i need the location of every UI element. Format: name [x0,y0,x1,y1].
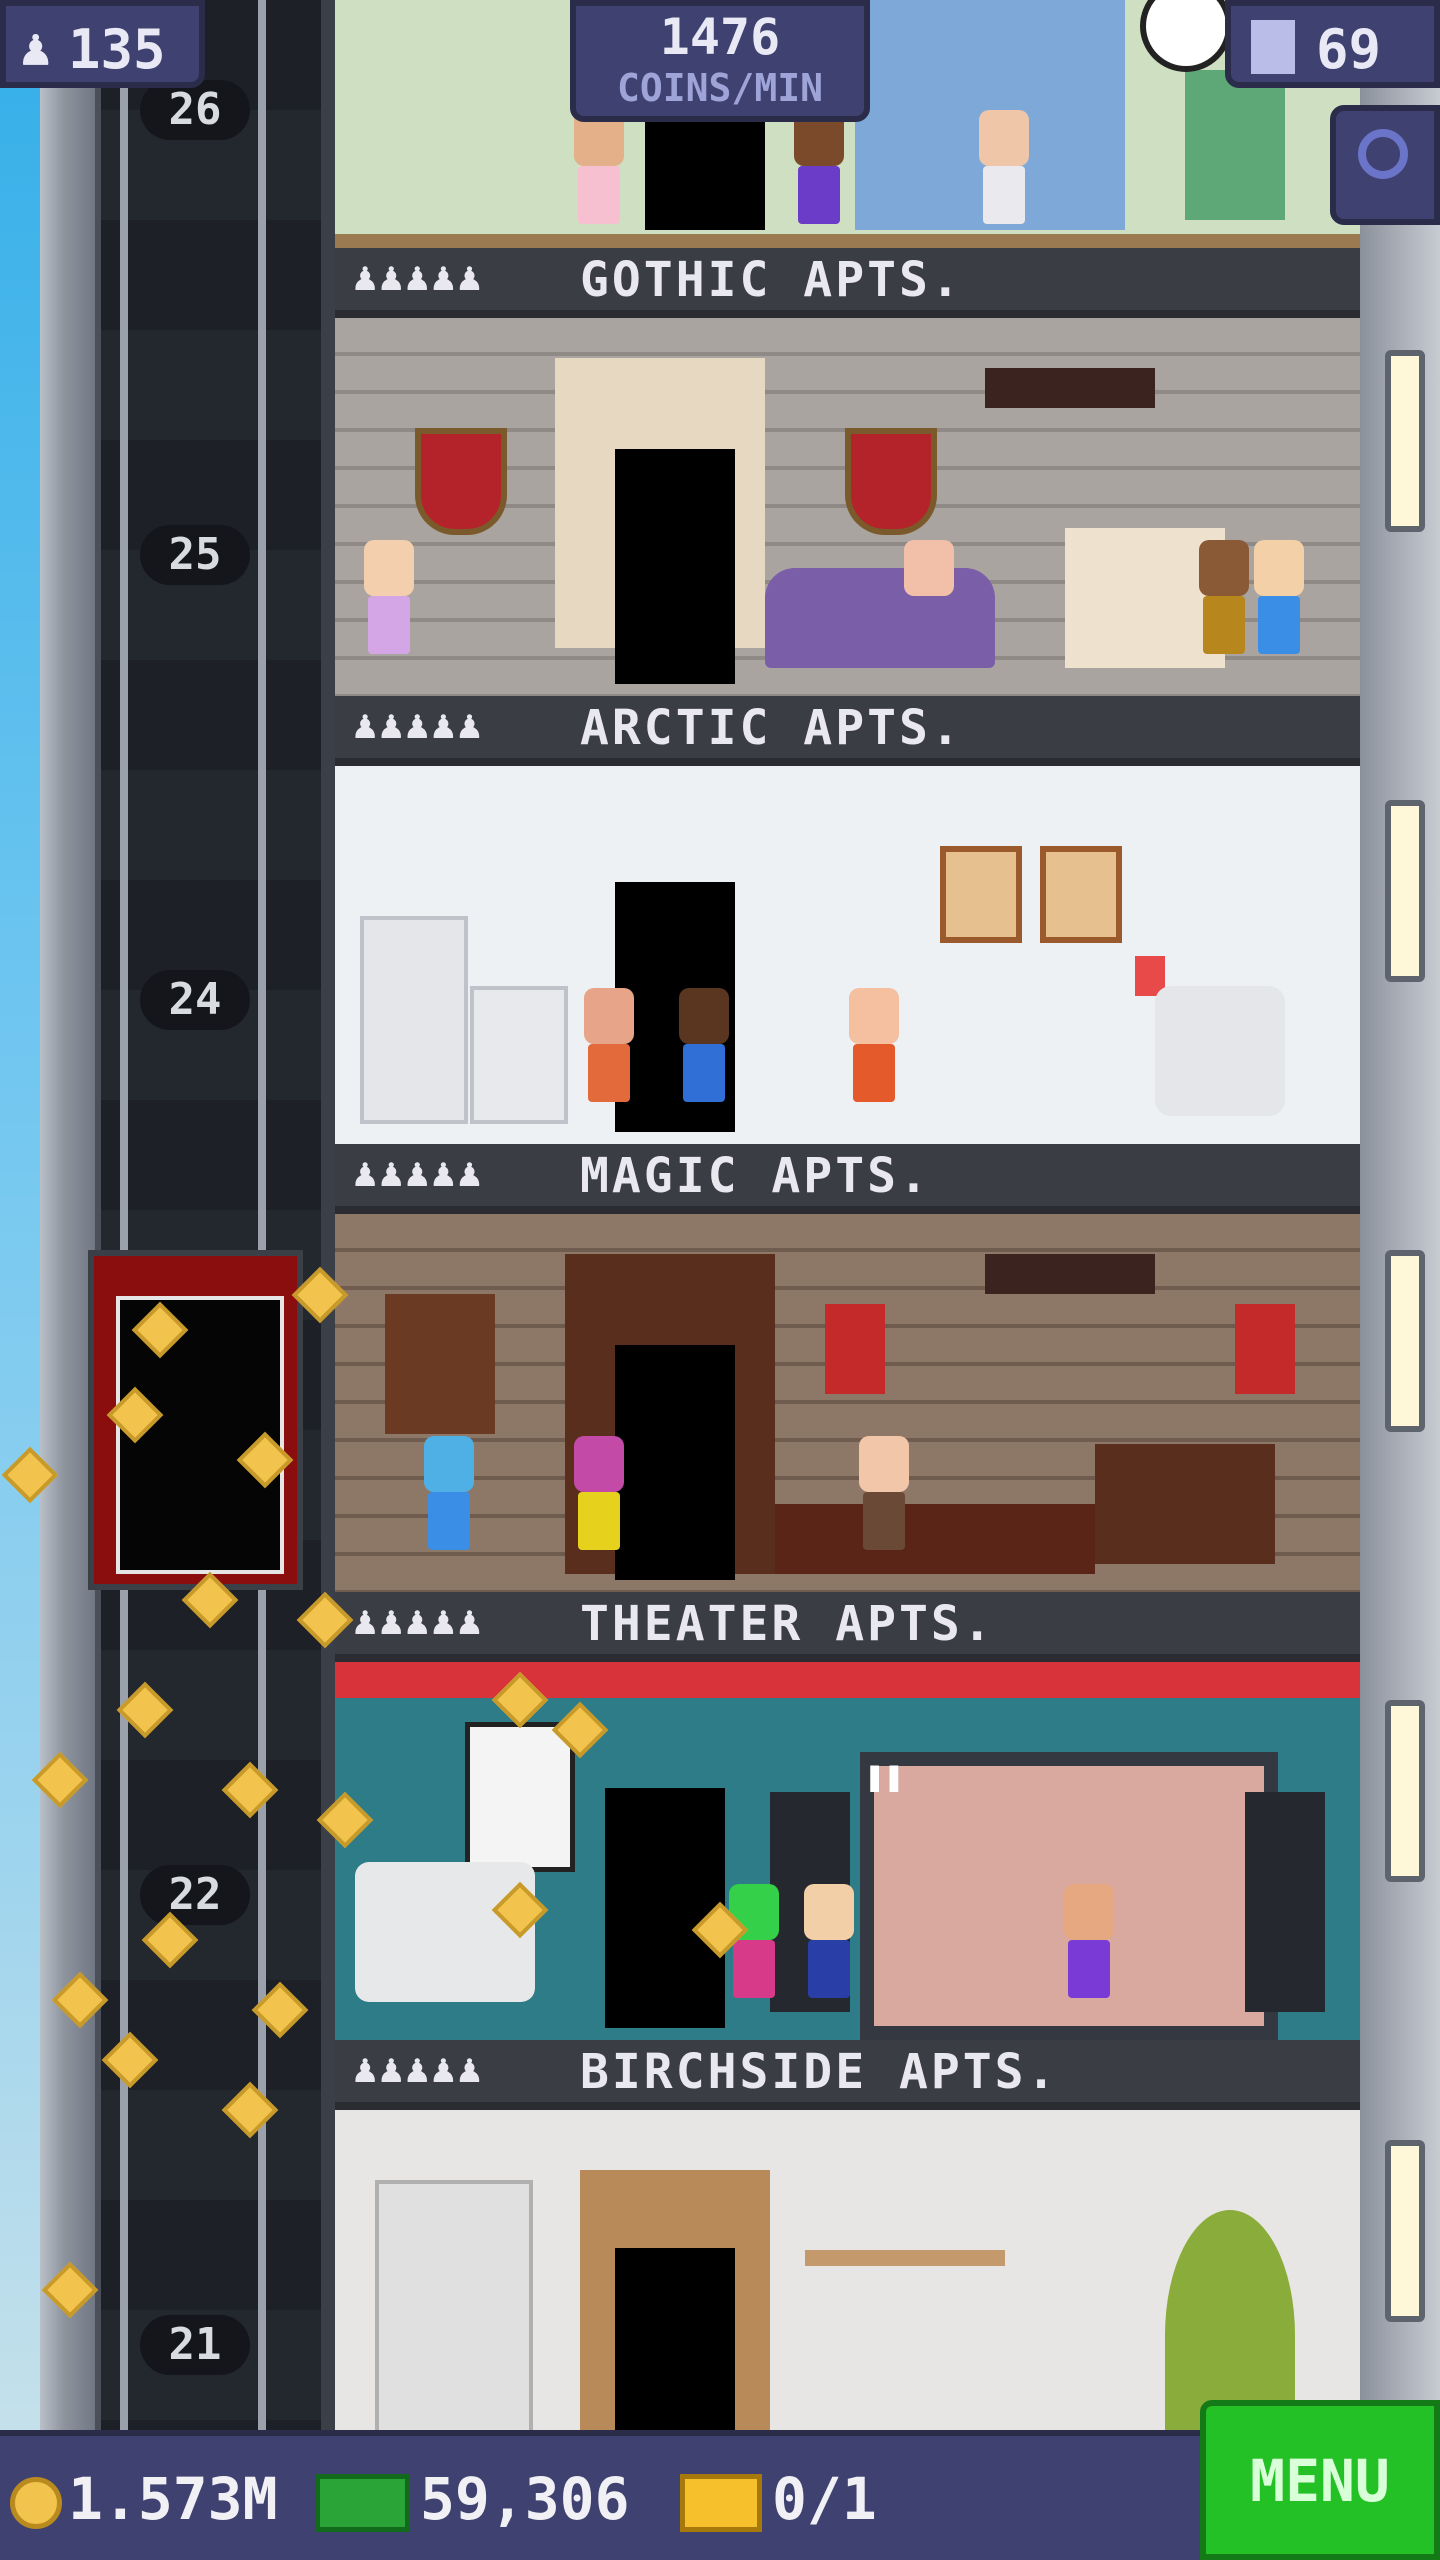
chandelier [985,368,1155,408]
floor-label-bar: ♟♟♟♟♟ MAGIC APTS. [335,1144,1360,1214]
resident[interactable] [580,988,638,1128]
shield-icon [415,428,507,535]
curtain-rail [335,1662,1360,1698]
floor-magic-apts[interactable]: ♟♟♟♟♟ MAGIC APTS. [335,1144,1360,1592]
floor-number-21: 21 [140,2315,250,2375]
floor-arctic-apts[interactable]: ♟♟♟♟♟ ARCTIC APTS. [335,696,1360,1144]
floor-gothic-apts[interactable]: ♟♟♟♟♟ GOTHIC APTS. [335,248,1360,696]
floor-number-22: 22 [140,1865,250,1925]
population-counter[interactable]: ♟ 135 [0,0,205,88]
theater-room: ❚❚ [335,1662,1360,2040]
magnifier-icon [1358,129,1408,179]
fireplace [1095,1444,1275,1564]
menu-button[interactable]: MENU [1200,2400,1440,2560]
window [1385,800,1425,982]
picture-frame [940,846,1022,943]
bux-value: 59,306 [420,2465,630,2533]
floor-count-value: 69 [1316,18,1382,81]
room-door [615,449,735,684]
residents-icon: ♟♟♟♟♟ [353,1598,484,1644]
arctic-room [335,766,1360,1144]
ticket-icon [680,2473,762,2532]
bookshelf [375,2180,533,2438]
resident[interactable] [570,1436,628,1576]
building-icon [1251,20,1295,74]
residents-icon: ♟♟♟♟♟ [353,2046,484,2092]
wall-shelf [805,2250,1005,2266]
resident[interactable] [570,110,628,230]
floor-label-bar: ♟♟♟♟♟ BIRCHSIDE APTS. [335,2040,1360,2110]
coins-balance[interactable]: 1.573M [10,2464,278,2534]
resident[interactable] [800,1884,858,2024]
resident[interactable] [855,1436,913,1576]
fridge [360,916,468,1124]
floor-name: BIRCHSIDE APTS. [580,2044,1059,2100]
resident[interactable] [360,540,418,680]
chandelier [985,1254,1155,1294]
resident[interactable] [845,988,903,1128]
resident[interactable] [1060,1884,1118,2024]
speaker [1245,1792,1325,2012]
movie-poster [465,1722,575,1872]
floor-number-24: 24 [140,970,250,1030]
floor-number-26: 26 [140,80,250,140]
tickets-value: 0/1 [772,2465,877,2533]
bookshelf [385,1294,495,1434]
coins-rate-value: 1476 [659,8,781,66]
coins-per-minute-panel[interactable]: 1476 COINS/MIN [570,0,870,122]
coins-value: 1.573M [68,2465,278,2533]
window [1385,350,1425,532]
residents-icon: ♟♟♟♟♟ [353,1150,484,1196]
floor-base [335,234,1360,248]
resident[interactable] [790,110,848,230]
armchair [355,1862,535,2002]
floor-count-counter[interactable]: 69 [1225,0,1440,88]
room-door [615,1345,735,1580]
window [1385,1250,1425,1432]
coins-rate-unit: COINS/MIN [617,66,823,110]
desk [775,1504,1095,1574]
floor-name: MAGIC APTS. [580,1148,931,1204]
coin-icon [10,2476,62,2529]
floor-label-bar: ♟♟♟♟♟ THEATER APTS. [335,1592,1360,1662]
resident[interactable] [900,540,958,680]
floor-label-bar: ♟♟♟♟♟ ARCTIC APTS. [335,696,1360,766]
resident[interactable] [1195,540,1253,680]
armchair [1155,986,1285,1116]
window [1385,2140,1425,2322]
residents-icon: ♟♟♟♟♟ [353,254,484,300]
window [1385,1700,1425,1882]
search-button[interactable] [1330,105,1440,225]
tickets-balance[interactable]: 0/1 [680,2464,877,2534]
banner [825,1304,885,1394]
banner [1235,1304,1295,1394]
pause-icon[interactable]: ❚❚ [865,1757,904,1795]
floor-label-bar: ♟♟♟♟♟ GOTHIC APTS. [335,248,1360,318]
floor-name: GOTHIC APTS. [580,252,963,308]
cash-icon [315,2473,410,2532]
room-door [605,1788,725,2028]
person-icon: ♟ [20,18,52,78]
resident[interactable] [725,1884,783,2024]
magic-room [335,1214,1360,1592]
resident[interactable] [420,1436,478,1576]
sofa [765,568,995,668]
stove [470,986,568,1124]
population-value: 135 [68,18,166,81]
floor-name: THEATER APTS. [580,1596,995,1652]
bux-balance[interactable]: 59,306 [315,2464,630,2534]
floor-name: ARCTIC APTS. [580,700,963,756]
shield-icon [845,428,937,535]
residents-icon: ♟♟♟♟♟ [353,702,484,748]
floor-theater-apts[interactable]: ♟♟♟♟♟ THEATER APTS. ❚❚ [335,1592,1360,2040]
stove [1185,70,1285,220]
resident[interactable] [975,110,1033,230]
picture-frame [1040,846,1122,943]
floor-number-25: 25 [140,525,250,585]
gothic-room [335,318,1360,696]
resident[interactable] [675,988,733,1128]
resident[interactable] [1250,540,1308,680]
